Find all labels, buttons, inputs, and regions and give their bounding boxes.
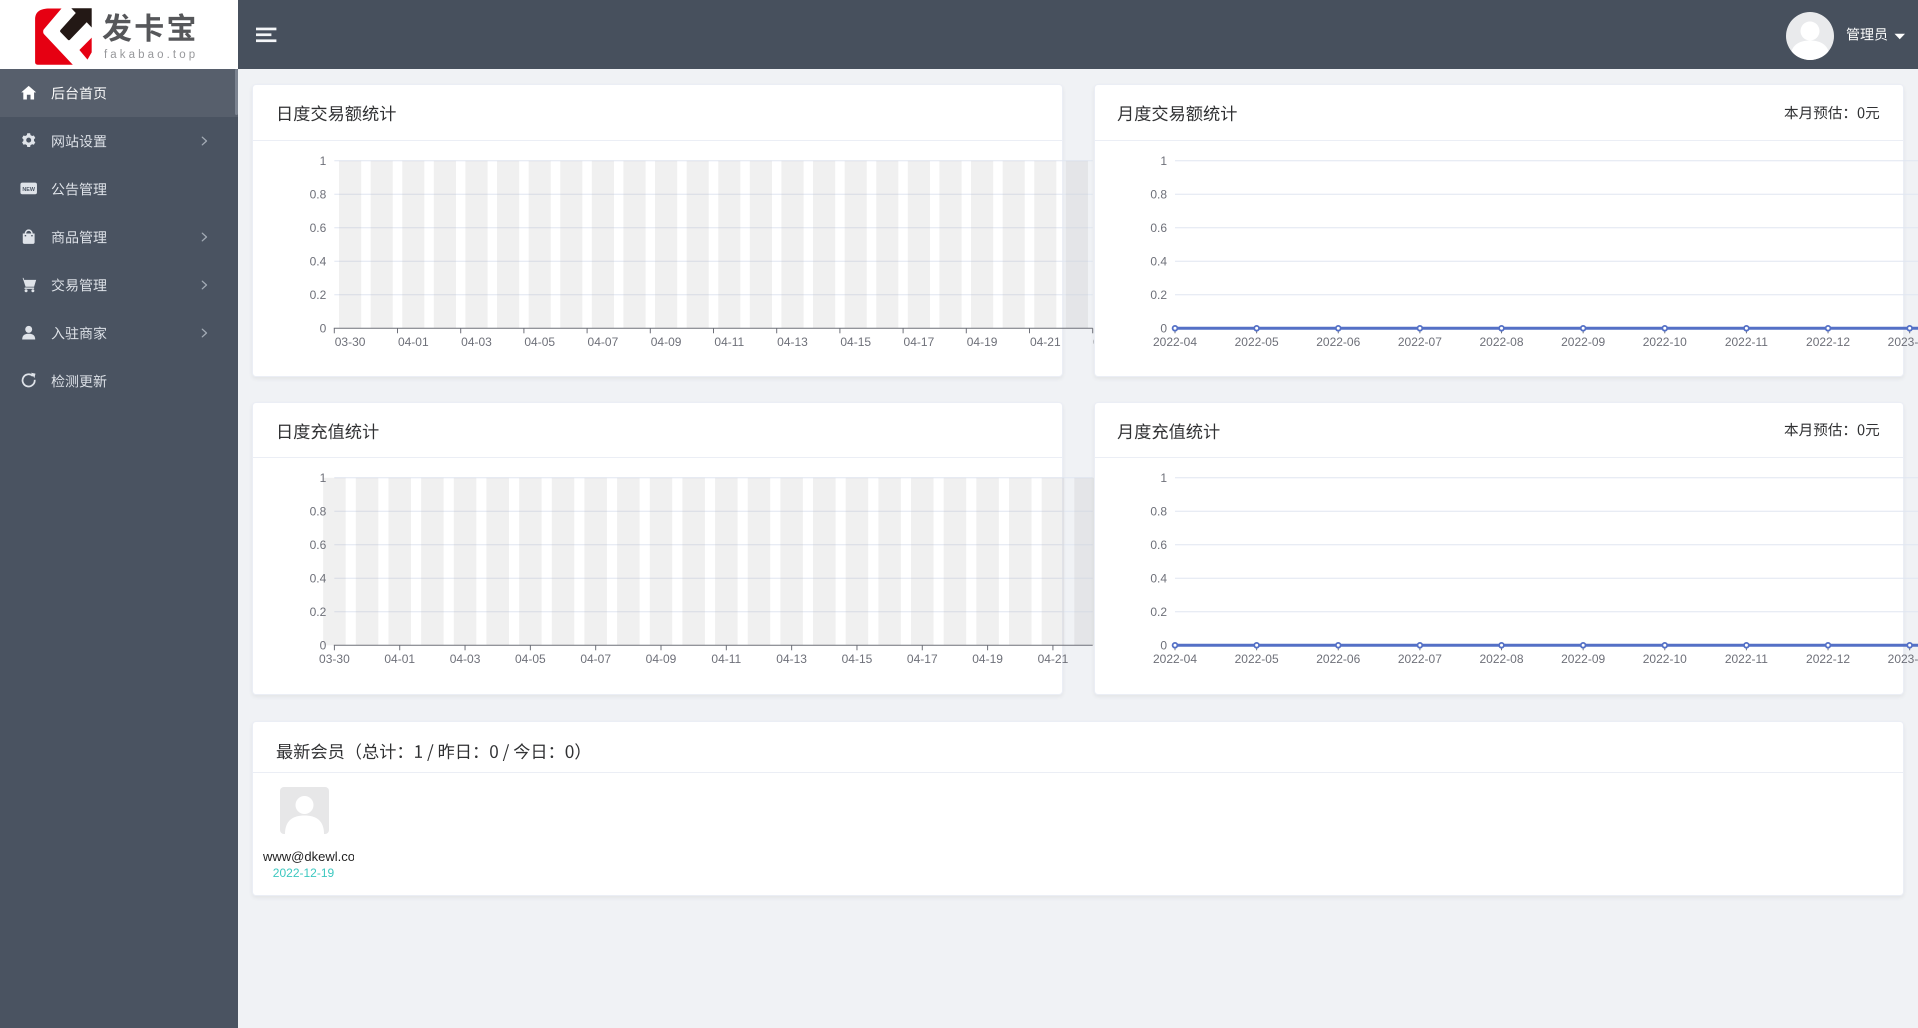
svg-text:04-13: 04-13 — [776, 652, 807, 666]
svg-text:04-21: 04-21 — [1038, 652, 1069, 666]
svg-text:04-11: 04-11 — [714, 335, 744, 349]
svg-text:2022-10: 2022-10 — [1643, 335, 1687, 349]
svg-text:0.8: 0.8 — [1150, 188, 1167, 202]
svg-text:0: 0 — [1160, 639, 1167, 653]
svg-text:1: 1 — [1160, 154, 1167, 168]
svg-text:0.4: 0.4 — [310, 255, 327, 269]
svg-text:NEW: NEW — [23, 187, 36, 193]
svg-text:2022-12: 2022-12 — [1806, 335, 1850, 349]
svg-text:1: 1 — [320, 471, 327, 485]
svg-text:04-03: 04-03 — [450, 652, 481, 666]
svg-text:04-19: 04-19 — [972, 652, 1003, 666]
svg-text:2022-09: 2022-09 — [1561, 652, 1605, 666]
svg-text:04-05: 04-05 — [515, 652, 546, 666]
svg-text:2022-06: 2022-06 — [1316, 335, 1360, 349]
svg-text:04-21: 04-21 — [1030, 335, 1061, 349]
svg-text:04-05: 04-05 — [524, 335, 555, 349]
svg-text:2022-04: 2022-04 — [1153, 335, 1197, 349]
svg-text:2022-08: 2022-08 — [1479, 335, 1523, 349]
svg-text:0.8: 0.8 — [1150, 505, 1167, 519]
svg-text:2023-01: 2023-01 — [1888, 335, 1918, 349]
svg-text:04-15: 04-15 — [840, 335, 871, 349]
svg-text:2022-12: 2022-12 — [1806, 652, 1850, 666]
svg-text:1: 1 — [320, 154, 327, 168]
svg-text:2023-01: 2023-01 — [1888, 652, 1918, 666]
svg-text:2022-04: 2022-04 — [1153, 652, 1197, 666]
svg-text:0.4: 0.4 — [310, 572, 327, 586]
svg-text:0.6: 0.6 — [1150, 538, 1167, 552]
svg-text:04-09: 04-09 — [646, 652, 677, 666]
svg-text:2022-07: 2022-07 — [1398, 652, 1442, 666]
svg-text:2022-11: 2022-11 — [1725, 335, 1768, 349]
svg-text:2022-09: 2022-09 — [1561, 335, 1605, 349]
svg-text:2022-05: 2022-05 — [1235, 335, 1279, 349]
svg-text:04-11: 04-11 — [711, 652, 741, 666]
svg-text:04-17: 04-17 — [904, 335, 935, 349]
svg-text:2022-05: 2022-05 — [1235, 652, 1279, 666]
svg-text:2022-10: 2022-10 — [1643, 652, 1687, 666]
svg-text:0.2: 0.2 — [310, 605, 327, 619]
svg-text:04-03: 04-03 — [461, 335, 492, 349]
svg-text:2022-11: 2022-11 — [1725, 652, 1768, 666]
svg-text:0.6: 0.6 — [1150, 221, 1167, 235]
svg-text:04-17: 04-17 — [907, 652, 938, 666]
svg-text:04-09: 04-09 — [651, 335, 682, 349]
svg-text:0.2: 0.2 — [1150, 288, 1167, 302]
svg-text:0.8: 0.8 — [310, 505, 327, 519]
svg-text:2022-07: 2022-07 — [1398, 335, 1442, 349]
svg-text:0.4: 0.4 — [1150, 255, 1167, 269]
svg-text:04-15: 04-15 — [842, 652, 873, 666]
svg-text:0.6: 0.6 — [310, 221, 327, 235]
svg-text:0.4: 0.4 — [1150, 572, 1167, 586]
svg-text:04-19: 04-19 — [967, 335, 998, 349]
svg-text:1: 1 — [1160, 471, 1167, 485]
svg-text:03-30: 03-30 — [319, 652, 350, 666]
svg-text:04-01: 04-01 — [384, 652, 415, 666]
svg-text:04-07: 04-07 — [588, 335, 619, 349]
svg-text:2022-08: 2022-08 — [1479, 652, 1523, 666]
svg-text:0: 0 — [320, 639, 327, 653]
svg-text:0.8: 0.8 — [310, 188, 327, 202]
svg-text:04-07: 04-07 — [580, 652, 611, 666]
svg-text:03-30: 03-30 — [335, 335, 366, 349]
svg-text:04-01: 04-01 — [398, 335, 429, 349]
svg-text:0.2: 0.2 — [1150, 605, 1167, 619]
svg-text:0.6: 0.6 — [310, 538, 327, 552]
svg-text:0: 0 — [320, 322, 327, 336]
svg-text:0.2: 0.2 — [310, 288, 327, 302]
svg-text:2022-06: 2022-06 — [1316, 652, 1360, 666]
svg-text:0: 0 — [1160, 322, 1167, 336]
svg-text:04-13: 04-13 — [777, 335, 808, 349]
